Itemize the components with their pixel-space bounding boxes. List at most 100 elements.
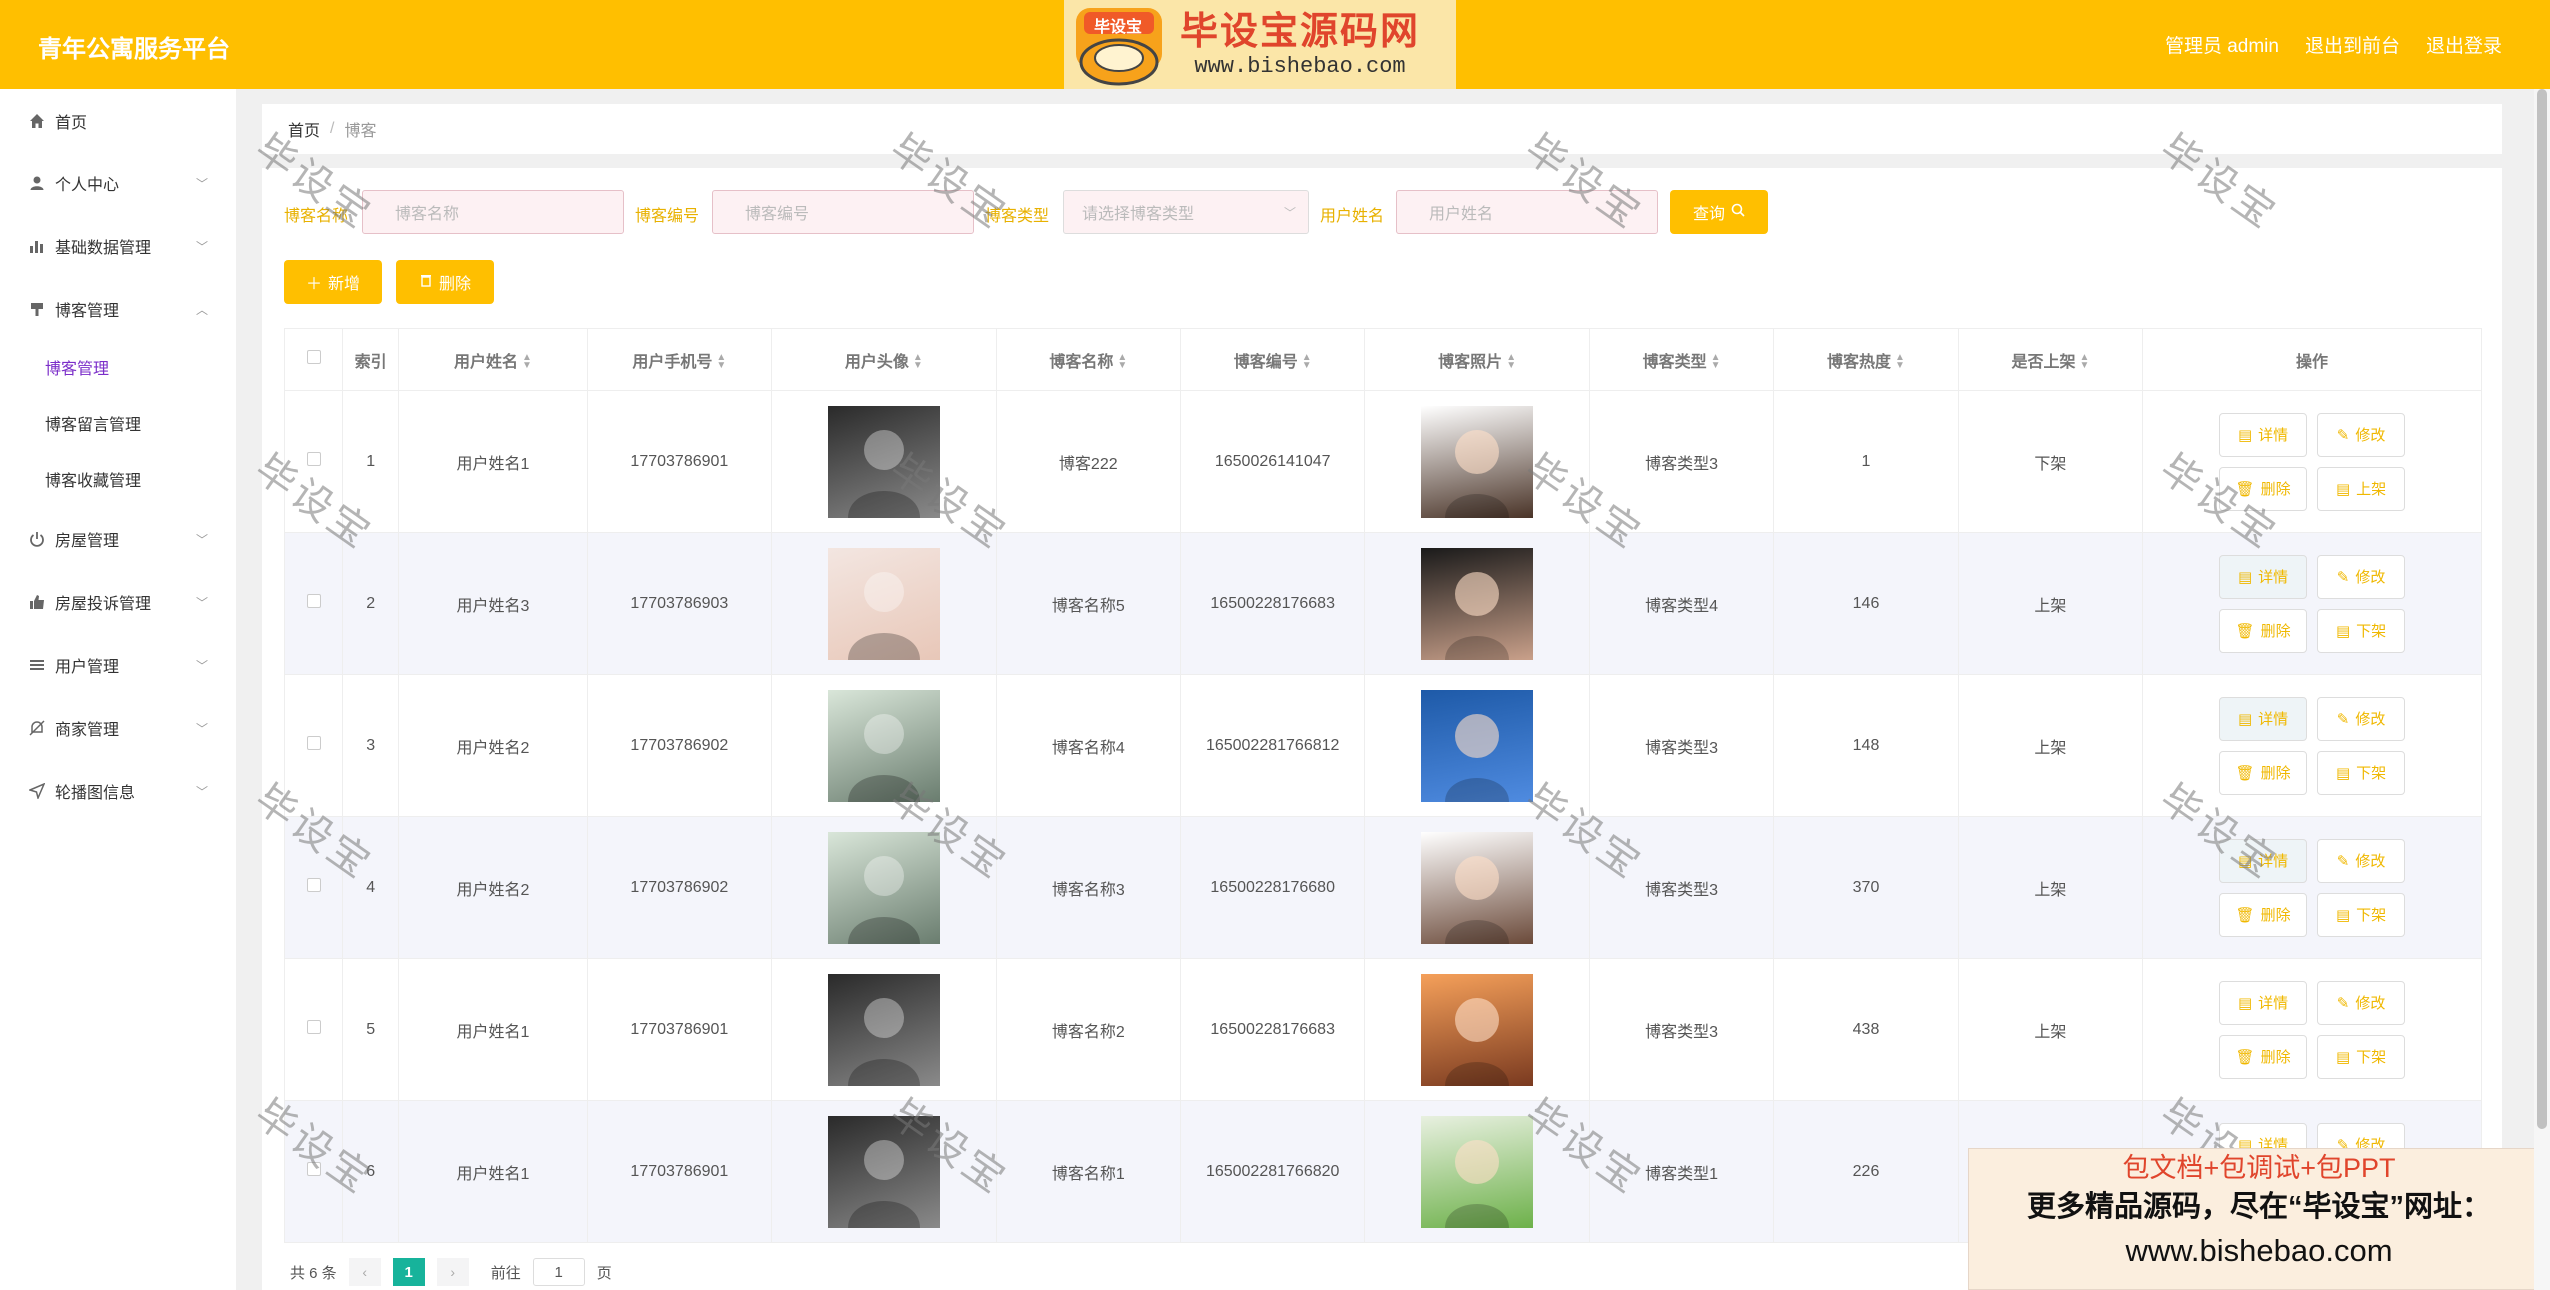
row-checkbox[interactable] bbox=[306, 878, 321, 892]
edit-button[interactable]: ✎ 修改 bbox=[2317, 696, 2406, 741]
sort-icon[interactable]: ▲ ▼ bbox=[2079, 353, 2089, 371]
edit-button[interactable]: ✎ 修改 bbox=[2317, 412, 2406, 457]
sort-icon[interactable]: ▲ ▼ bbox=[1895, 353, 1905, 371]
sort-icon[interactable]: ▲ ▼ bbox=[1302, 353, 1312, 371]
delete-button[interactable]: 🗑删除 bbox=[2219, 750, 2308, 795]
blog-name-input[interactable]: 博客名称 bbox=[362, 190, 624, 234]
cell-blog-name: 博客名称1 bbox=[995, 1100, 1181, 1243]
delete-button[interactable]: 🗑删除 bbox=[2219, 608, 2308, 653]
delete-button[interactable]: 🗑删除 bbox=[2219, 892, 2308, 937]
batch-delete-button[interactable]: 删除 bbox=[396, 260, 494, 304]
sidebar-item-carousel[interactable]: 轮播图信息 ﹀ bbox=[0, 771, 236, 811]
row-select-cell[interactable] bbox=[283, 958, 344, 1101]
row-select-cell[interactable] bbox=[283, 390, 344, 533]
row-checkbox[interactable] bbox=[306, 1162, 321, 1176]
col-user-name[interactable]: 用户姓名 ▲ ▼ bbox=[398, 328, 588, 391]
doc-icon: ▤ bbox=[2335, 906, 2351, 924]
delete-button[interactable]: 🗑删除 bbox=[2219, 1034, 2308, 1079]
blog-photo-image[interactable] bbox=[1421, 405, 1534, 518]
breadcrumb-home[interactable]: 首页 bbox=[288, 117, 320, 141]
sidebar-subitem-blog-manage[interactable]: 博客管理 bbox=[0, 349, 236, 385]
sidebar-item-blog[interactable]: 博客管理 ︿ bbox=[0, 289, 236, 329]
toggle-shelf-button[interactable]: ▤ 下架 bbox=[2317, 1034, 2406, 1079]
detail-button[interactable]: ▤ 详情 bbox=[2219, 554, 2308, 599]
col-blog-photo[interactable]: 博客照片 ▲ ▼ bbox=[1364, 328, 1590, 391]
blog-code-input[interactable]: 博客编号 bbox=[712, 190, 974, 234]
sort-icon[interactable]: ▲ ▼ bbox=[913, 353, 923, 371]
sidebar-subitem-blog-favorites[interactable]: 博客收藏管理 bbox=[0, 461, 236, 497]
user-avatar-image[interactable] bbox=[827, 405, 940, 518]
toggle-shelf-button[interactable]: ▤ 下架 bbox=[2317, 608, 2406, 653]
select-all-checkbox[interactable] bbox=[306, 350, 321, 364]
sort-icon[interactable]: ▲ ▼ bbox=[1117, 353, 1127, 371]
select-all-header[interactable] bbox=[283, 328, 344, 391]
col-on-shelf[interactable]: 是否上架 ▲ ▼ bbox=[1957, 328, 2144, 391]
blog-photo-image[interactable] bbox=[1421, 689, 1534, 802]
sidebar-item-label: 个人中心 bbox=[55, 177, 120, 194]
row-checkbox[interactable] bbox=[306, 452, 321, 466]
user-avatar-image[interactable] bbox=[827, 973, 940, 1086]
blog-type-select[interactable]: 请选择博客类型 ﹀ bbox=[1063, 190, 1309, 234]
user-avatar-image[interactable] bbox=[827, 1115, 940, 1228]
sidebar-item-profile[interactable]: 个人中心 ﹀ bbox=[0, 163, 236, 203]
blog-photo-image[interactable] bbox=[1421, 973, 1534, 1086]
blog-photo-image[interactable] bbox=[1421, 547, 1534, 660]
sort-icon[interactable]: ▲ ▼ bbox=[522, 353, 532, 371]
row-checkbox[interactable] bbox=[306, 1020, 321, 1034]
user-avatar-image[interactable] bbox=[827, 547, 940, 660]
toggle-shelf-button[interactable]: ▤ 下架 bbox=[2317, 892, 2406, 937]
row-checkbox[interactable] bbox=[306, 736, 321, 750]
toggle-shelf-button[interactable]: ▤ 上架 bbox=[2317, 466, 2406, 511]
col-blog-name[interactable]: 博客名称 ▲ ▼ bbox=[995, 328, 1181, 391]
row-select-cell[interactable] bbox=[283, 532, 344, 675]
pager-goto-input[interactable]: 1 bbox=[532, 1258, 585, 1286]
logout-link[interactable]: 退出登录 bbox=[2426, 31, 2502, 58]
row-select-cell[interactable] bbox=[283, 816, 344, 959]
col-blog-code[interactable]: 博客编号 ▲ ▼ bbox=[1179, 328, 1366, 391]
detail-button[interactable]: ▤ 详情 bbox=[2219, 980, 2308, 1025]
sidebar-item-basic-data[interactable]: 基础数据管理 ﹀ bbox=[0, 226, 236, 266]
trash-icon: 🗑 bbox=[2235, 622, 2255, 640]
detail-button[interactable]: ▤ 详情 bbox=[2219, 412, 2308, 457]
sort-icon[interactable]: ▲ ▼ bbox=[1506, 353, 1516, 371]
promo-line-1: 包文档+包调试+包PPT bbox=[2122, 1153, 2396, 1183]
detail-button[interactable]: ▤ 详情 bbox=[2219, 838, 2308, 883]
sort-icon[interactable]: ▲ ▼ bbox=[1711, 353, 1721, 371]
user-name-input[interactable]: 用户姓名 bbox=[1396, 190, 1658, 234]
row-checkbox[interactable] bbox=[306, 594, 321, 608]
prev-page-button[interactable]: ‹ bbox=[348, 1258, 381, 1286]
row-select-cell[interactable] bbox=[283, 674, 344, 817]
cell-on-shelf: 下架 bbox=[1957, 390, 2144, 533]
toggle-shelf-button[interactable]: ▤ 下架 bbox=[2317, 750, 2406, 795]
sidebar-item-label: 轮播图信息 bbox=[55, 785, 136, 802]
back-to-front-link[interactable]: 退出到前台 bbox=[2305, 31, 2400, 58]
blog-photo-image[interactable] bbox=[1421, 831, 1534, 944]
add-button[interactable]: ＋ 新增 bbox=[284, 260, 382, 304]
sidebar-item-merchants[interactable]: 商家管理 ﹀ bbox=[0, 708, 236, 748]
col-avatar[interactable]: 用户头像 ▲ ▼ bbox=[771, 328, 997, 391]
next-page-button[interactable]: › bbox=[436, 1258, 469, 1286]
page-number[interactable]: 1 bbox=[392, 1258, 425, 1286]
col-phone[interactable]: 用户手机号 ▲ ▼ bbox=[586, 328, 773, 391]
sort-icon[interactable]: ▲ ▼ bbox=[716, 353, 726, 371]
edit-button[interactable]: ✎ 修改 bbox=[2317, 838, 2406, 883]
user-avatar-image[interactable] bbox=[827, 689, 940, 802]
col-blog-type[interactable]: 博客类型 ▲ ▼ bbox=[1588, 328, 1775, 391]
sidebar-item-complaints[interactable]: 房屋投诉管理 ﹀ bbox=[0, 582, 236, 622]
delete-button[interactable]: 🗑删除 bbox=[2219, 466, 2308, 511]
edit-button[interactable]: ✎ 修改 bbox=[2317, 980, 2406, 1025]
breadcrumb-current: 博客 bbox=[344, 123, 377, 140]
sidebar-item-house[interactable]: 房屋管理 ﹀ bbox=[0, 519, 236, 559]
sidebar-subitem-blog-comments[interactable]: 博客留言管理 bbox=[0, 405, 236, 441]
sidebar-item-home[interactable]: 首页 bbox=[0, 101, 236, 141]
user-avatar-image[interactable] bbox=[827, 831, 940, 944]
scrollbar-thumb[interactable] bbox=[2537, 89, 2547, 1129]
blog-photo-image[interactable] bbox=[1421, 1115, 1534, 1228]
row-select-cell[interactable] bbox=[283, 1100, 344, 1243]
search-button[interactable]: 查询 bbox=[1670, 190, 1768, 234]
col-blog-heat[interactable]: 博客热度 ▲ ▼ bbox=[1773, 328, 1959, 391]
detail-button[interactable]: ▤ 详情 bbox=[2219, 696, 2308, 741]
sidebar-item-users[interactable]: 用户管理 ﹀ bbox=[0, 645, 236, 685]
edit-button[interactable]: ✎ 修改 bbox=[2317, 554, 2406, 599]
cell-avatar bbox=[771, 1100, 997, 1243]
